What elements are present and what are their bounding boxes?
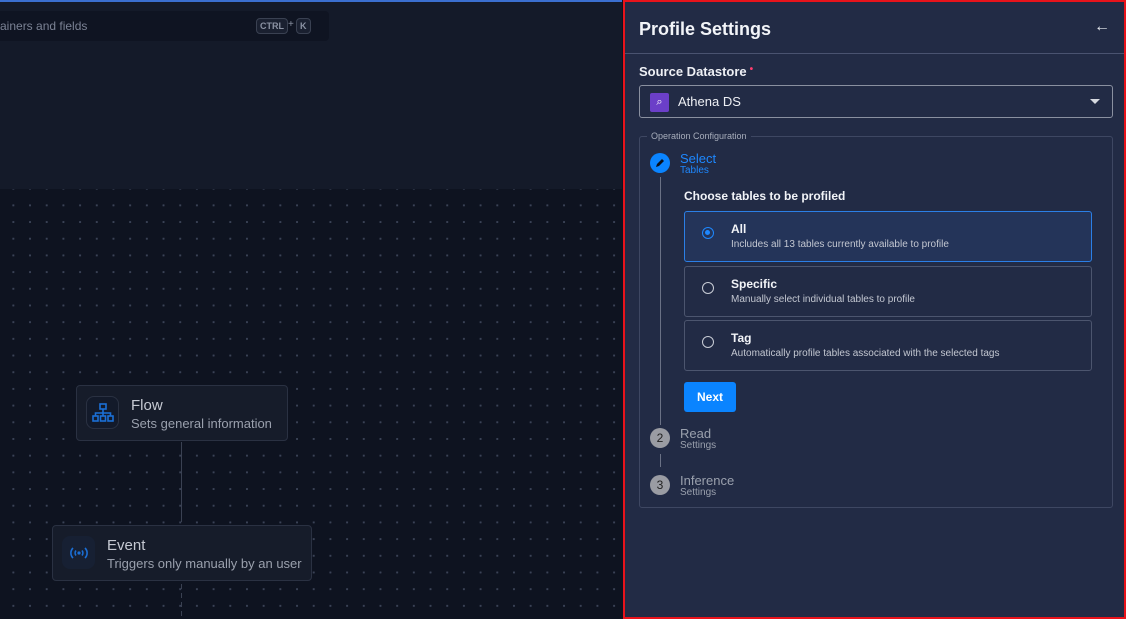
- source-datastore-label: Source Datastore •: [639, 64, 753, 79]
- divider: [625, 53, 1124, 54]
- option-description: Automatically profile tables associated …: [731, 348, 1000, 359]
- radio-tag[interactable]: [702, 336, 714, 348]
- node-title: Event: [107, 537, 146, 554]
- step-2-subtitle: Settings: [680, 440, 717, 451]
- datastore-value: Athena DS: [678, 94, 741, 109]
- step-2-number: 2: [650, 428, 670, 448]
- step-3-number: 3: [650, 475, 670, 495]
- sitemap-icon: [86, 396, 119, 429]
- step-1-title[interactable]: Select: [680, 151, 716, 166]
- option-description: Includes all 13 tables currently availab…: [731, 239, 949, 250]
- event-node[interactable]: Event Triggers only manually by an user: [52, 525, 312, 581]
- node-subtitle: Sets general information: [131, 416, 272, 431]
- header-area: ainers and fields CTRL + K: [0, 2, 622, 189]
- broadcast-icon: [62, 536, 95, 569]
- option-specific[interactable]: Specific Manually select individual tabl…: [684, 266, 1092, 317]
- flow-node[interactable]: Flow Sets general information: [76, 385, 288, 441]
- node-subtitle: Triggers only manually by an user: [107, 556, 302, 571]
- step-1-subtitle: Tables: [680, 165, 709, 176]
- connector-dashed: [181, 584, 182, 619]
- choose-tables-label: Choose tables to be profiled: [684, 189, 846, 203]
- back-arrow-icon[interactable]: ←: [1094, 18, 1110, 36]
- search-placeholder: ainers and fields: [0, 19, 88, 33]
- datastore-select[interactable]: ⌕ Athena DS: [639, 85, 1113, 118]
- option-title: Tag: [731, 331, 752, 345]
- option-title: Specific: [731, 277, 778, 291]
- step-2-title: Read: [680, 426, 712, 441]
- chevron-down-icon: [1090, 99, 1100, 104]
- radio-specific[interactable]: [702, 282, 714, 294]
- option-title: All: [731, 222, 747, 236]
- label-text: Source Datastore: [639, 64, 747, 79]
- operation-configuration: Operation Configuration Select Tables Ch…: [639, 131, 1113, 508]
- kbd-k: K: [296, 18, 311, 34]
- kbd-plus: +: [288, 19, 294, 30]
- connector-line: [181, 442, 182, 522]
- step-connector: [660, 177, 661, 425]
- fieldset-legend: Operation Configuration: [647, 131, 751, 141]
- next-button[interactable]: Next: [684, 382, 736, 412]
- pencil-icon: [650, 153, 670, 173]
- step-3-title: Inference: [680, 473, 735, 488]
- option-description: Manually select individual tables to pro…: [731, 294, 915, 305]
- option-all[interactable]: All Includes all 13 tables currently ava…: [684, 211, 1092, 262]
- profile-settings-panel: Profile Settings ← Source Datastore • ⌕ A…: [623, 0, 1126, 619]
- option-tag[interactable]: Tag Automatically profile tables associa…: [684, 320, 1092, 371]
- step-3-subtitle: Settings: [680, 487, 717, 498]
- flow-canvas[interactable]: Flow Sets general information Event Trig…: [0, 189, 622, 619]
- node-title: Flow: [131, 397, 163, 414]
- athena-icon: ⌕: [650, 93, 669, 112]
- required-indicator: •: [749, 64, 754, 75]
- search-input[interactable]: ainers and fields CTRL + K: [0, 11, 329, 41]
- panel-title: Profile Settings: [639, 19, 772, 39]
- kbd-ctrl: CTRL: [256, 18, 288, 34]
- radio-all[interactable]: [702, 227, 714, 239]
- step-connector: [660, 454, 661, 467]
